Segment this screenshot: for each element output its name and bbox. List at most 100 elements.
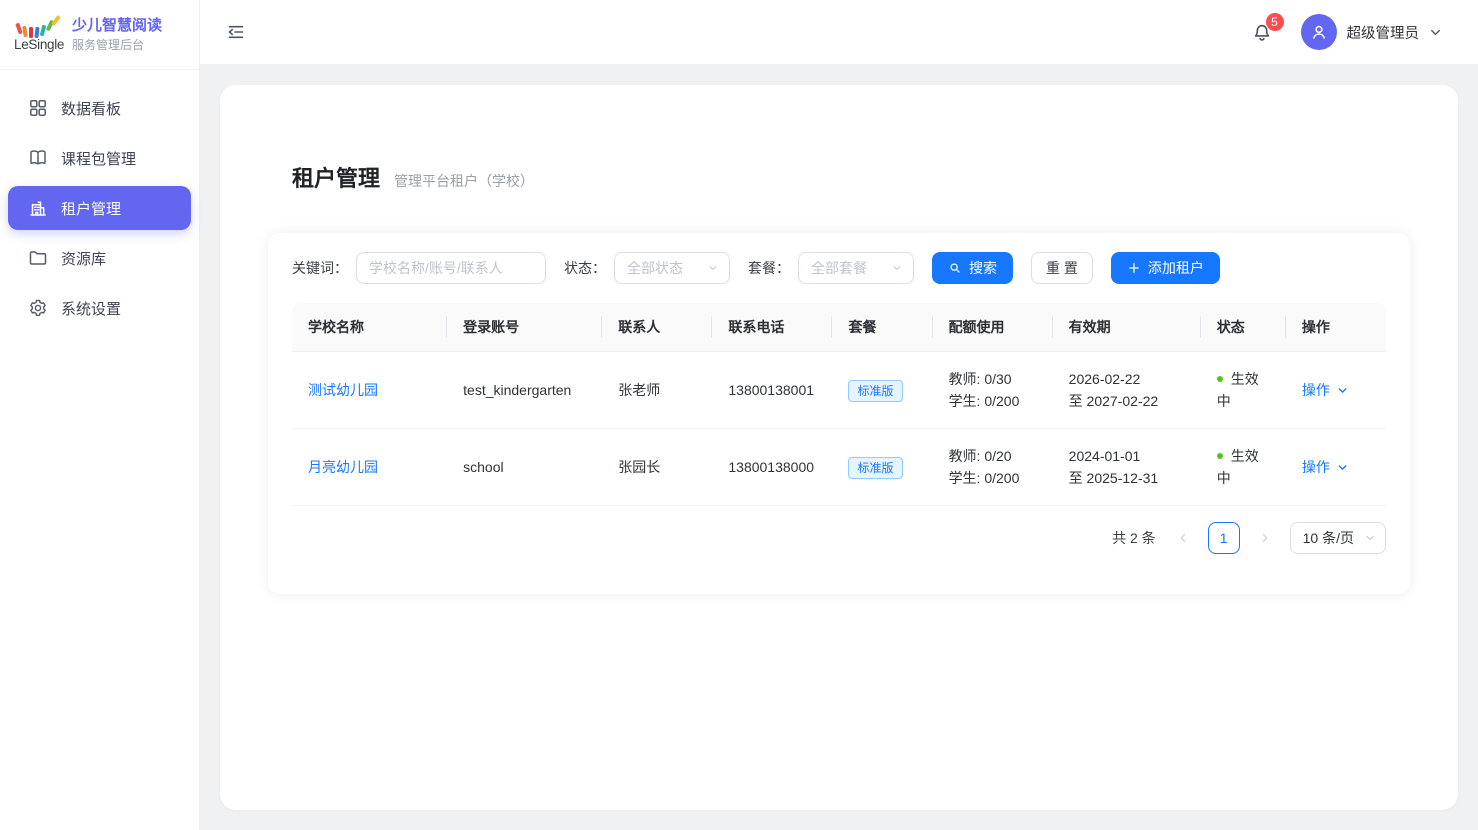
quota-student: 学生: 0/200: [949, 390, 1037, 412]
search-icon: [948, 261, 962, 275]
plan-select[interactable]: 全部套餐: [798, 252, 914, 284]
status-dot-icon: [1217, 453, 1223, 459]
notification-badge: 5: [1266, 13, 1284, 31]
page-1-button[interactable]: 1: [1208, 522, 1240, 554]
brand-subtitle: 服务管理后台: [72, 37, 162, 53]
content-area: 租户管理 管理平台租户（学校） 关键词： 状态： 全部状态: [200, 65, 1478, 830]
school-name-link[interactable]: 测试幼儿园: [308, 382, 378, 398]
status-select-value: 全部状态: [627, 258, 683, 278]
tenant-table: 学校名称 登录账号 联系人 联系电话 套餐 配额使用 有效期 状态 操作: [292, 303, 1386, 506]
topbar-right: 5 超级管理员: [1251, 14, 1444, 50]
column-header-school: 学校名称: [292, 303, 447, 352]
row-action-label: 操作: [1302, 456, 1330, 478]
chevron-down-icon: [891, 262, 903, 274]
brand-title: 少儿智慧阅读: [72, 16, 162, 35]
sidebar-item-label: 数据看板: [61, 98, 121, 119]
status-label: 状态：: [564, 258, 606, 278]
page-size-select[interactable]: 10 条/页: [1290, 522, 1386, 554]
search-button[interactable]: 搜索: [932, 252, 1013, 284]
validity-cell: 2026-02-22 至 2027-02-22: [1053, 352, 1201, 429]
account-cell: school: [447, 429, 602, 506]
column-header-account: 登录账号: [447, 303, 602, 352]
pagination-total: 共 2 条: [1112, 528, 1156, 548]
row-action-dropdown[interactable]: 操作: [1302, 456, 1349, 478]
sidebar-item-dashboard[interactable]: 数据看板: [8, 86, 191, 130]
menu-fold-icon: [226, 22, 246, 42]
search-button-label: 搜索: [969, 258, 997, 278]
filter-bar: 关键词： 状态： 全部状态: [292, 252, 1386, 284]
sidebar-collapse-button[interactable]: [224, 20, 248, 44]
gear-icon: [28, 298, 48, 318]
contact-cell: 张园长: [602, 429, 712, 506]
plan-label: 套餐：: [748, 258, 790, 278]
plan-tag: 标准版: [848, 380, 902, 402]
school-name-link[interactable]: 月亮幼儿园: [308, 459, 378, 475]
quota-cell: 教师: 0/30 学生: 0/200: [933, 352, 1053, 429]
contact-cell: 张老师: [602, 352, 712, 429]
notifications-button[interactable]: 5: [1251, 21, 1273, 43]
chevron-left-icon: [1176, 531, 1190, 545]
sidebar-menu: 数据看板 课程包管理 租户管理 资源库: [0, 70, 199, 352]
brand-logo: LeSingle 少儿智慧阅读 服务管理后台: [0, 0, 199, 70]
add-tenant-button-label: 添加租户: [1148, 258, 1204, 278]
chevron-down-icon[interactable]: [1428, 25, 1443, 40]
tenant-panel: 关键词： 状态： 全部状态: [268, 233, 1410, 594]
page-title: 租户管理: [292, 161, 380, 193]
account-cell: test_kindergarten: [447, 352, 602, 429]
phone-cell: 13800138000: [712, 429, 832, 506]
validity-cell: 2024-01-01 至 2025-12-31: [1053, 429, 1201, 506]
keyword-input[interactable]: [356, 252, 546, 284]
book-icon: [28, 148, 48, 168]
column-header-contact: 联系人: [602, 303, 712, 352]
logo-wordmark: LeSingle: [14, 37, 62, 52]
quota-teacher: 教师: 0/20: [949, 445, 1037, 467]
prev-page-button[interactable]: [1172, 522, 1194, 554]
table-row: 测试幼儿园 test_kindergarten 张老师 13800138001 …: [292, 352, 1386, 429]
phone-cell: 13800138001: [712, 352, 832, 429]
logo-mark: LeSingle: [14, 18, 62, 52]
sidebar-item-course-packages[interactable]: 课程包管理: [8, 136, 191, 180]
status-cell: 生效中: [1201, 429, 1286, 506]
row-action-label: 操作: [1302, 379, 1330, 401]
chevron-down-icon: [1336, 461, 1349, 474]
status-select[interactable]: 全部状态: [614, 252, 730, 284]
column-header-quota: 配额使用: [933, 303, 1053, 352]
sidebar-item-system-settings[interactable]: 系统设置: [8, 286, 191, 330]
chevron-down-icon: [1364, 532, 1376, 544]
valid-to: 至 2025-12-31: [1069, 467, 1185, 489]
next-page-button[interactable]: [1254, 522, 1276, 554]
column-header-phone: 联系电话: [712, 303, 832, 352]
keyword-label: 关键词：: [292, 258, 348, 278]
page-subtitle: 管理平台租户（学校）: [394, 171, 534, 191]
keyword-filter-group: 关键词：: [292, 252, 546, 284]
pagination: 共 2 条 1 10 条/页: [292, 522, 1386, 554]
dashboard-icon: [28, 98, 48, 118]
sidebar-item-resource-library[interactable]: 资源库: [8, 236, 191, 280]
avatar[interactable]: [1301, 14, 1337, 50]
user-name[interactable]: 超级管理员: [1347, 22, 1420, 43]
sidebar: LeSingle 少儿智慧阅读 服务管理后台 数据看板 课程包管理: [0, 0, 200, 830]
valid-from: 2026-02-22: [1069, 368, 1185, 390]
valid-to: 至 2027-02-22: [1069, 390, 1185, 412]
plus-icon: [1127, 261, 1141, 275]
user-icon: [1309, 22, 1329, 42]
logo-bars-icon: [15, 18, 61, 36]
sidebar-item-label: 课程包管理: [61, 148, 136, 169]
valid-from: 2024-01-01: [1069, 445, 1185, 467]
sidebar-item-tenant-management[interactable]: 租户管理: [8, 186, 191, 230]
main-area: 5 超级管理员 租户管理 管理平台租户（学校）: [200, 0, 1478, 830]
folder-icon: [28, 248, 48, 268]
chevron-right-icon: [1258, 531, 1272, 545]
row-action-dropdown[interactable]: 操作: [1302, 379, 1349, 401]
add-tenant-button[interactable]: 添加租户: [1111, 252, 1220, 284]
building-icon: [28, 198, 48, 218]
status-filter-group: 状态： 全部状态: [564, 252, 730, 284]
plan-filter-group: 套餐： 全部套餐: [748, 252, 914, 284]
sidebar-item-label: 系统设置: [61, 298, 121, 319]
column-header-plan: 套餐: [832, 303, 932, 352]
sidebar-item-label: 租户管理: [61, 198, 121, 219]
page-size-value: 10 条/页: [1303, 528, 1354, 548]
page-card: 租户管理 管理平台租户（学校） 关键词： 状态： 全部状态: [220, 85, 1458, 810]
column-header-status: 状态: [1201, 303, 1286, 352]
reset-button[interactable]: 重 置: [1031, 252, 1093, 284]
